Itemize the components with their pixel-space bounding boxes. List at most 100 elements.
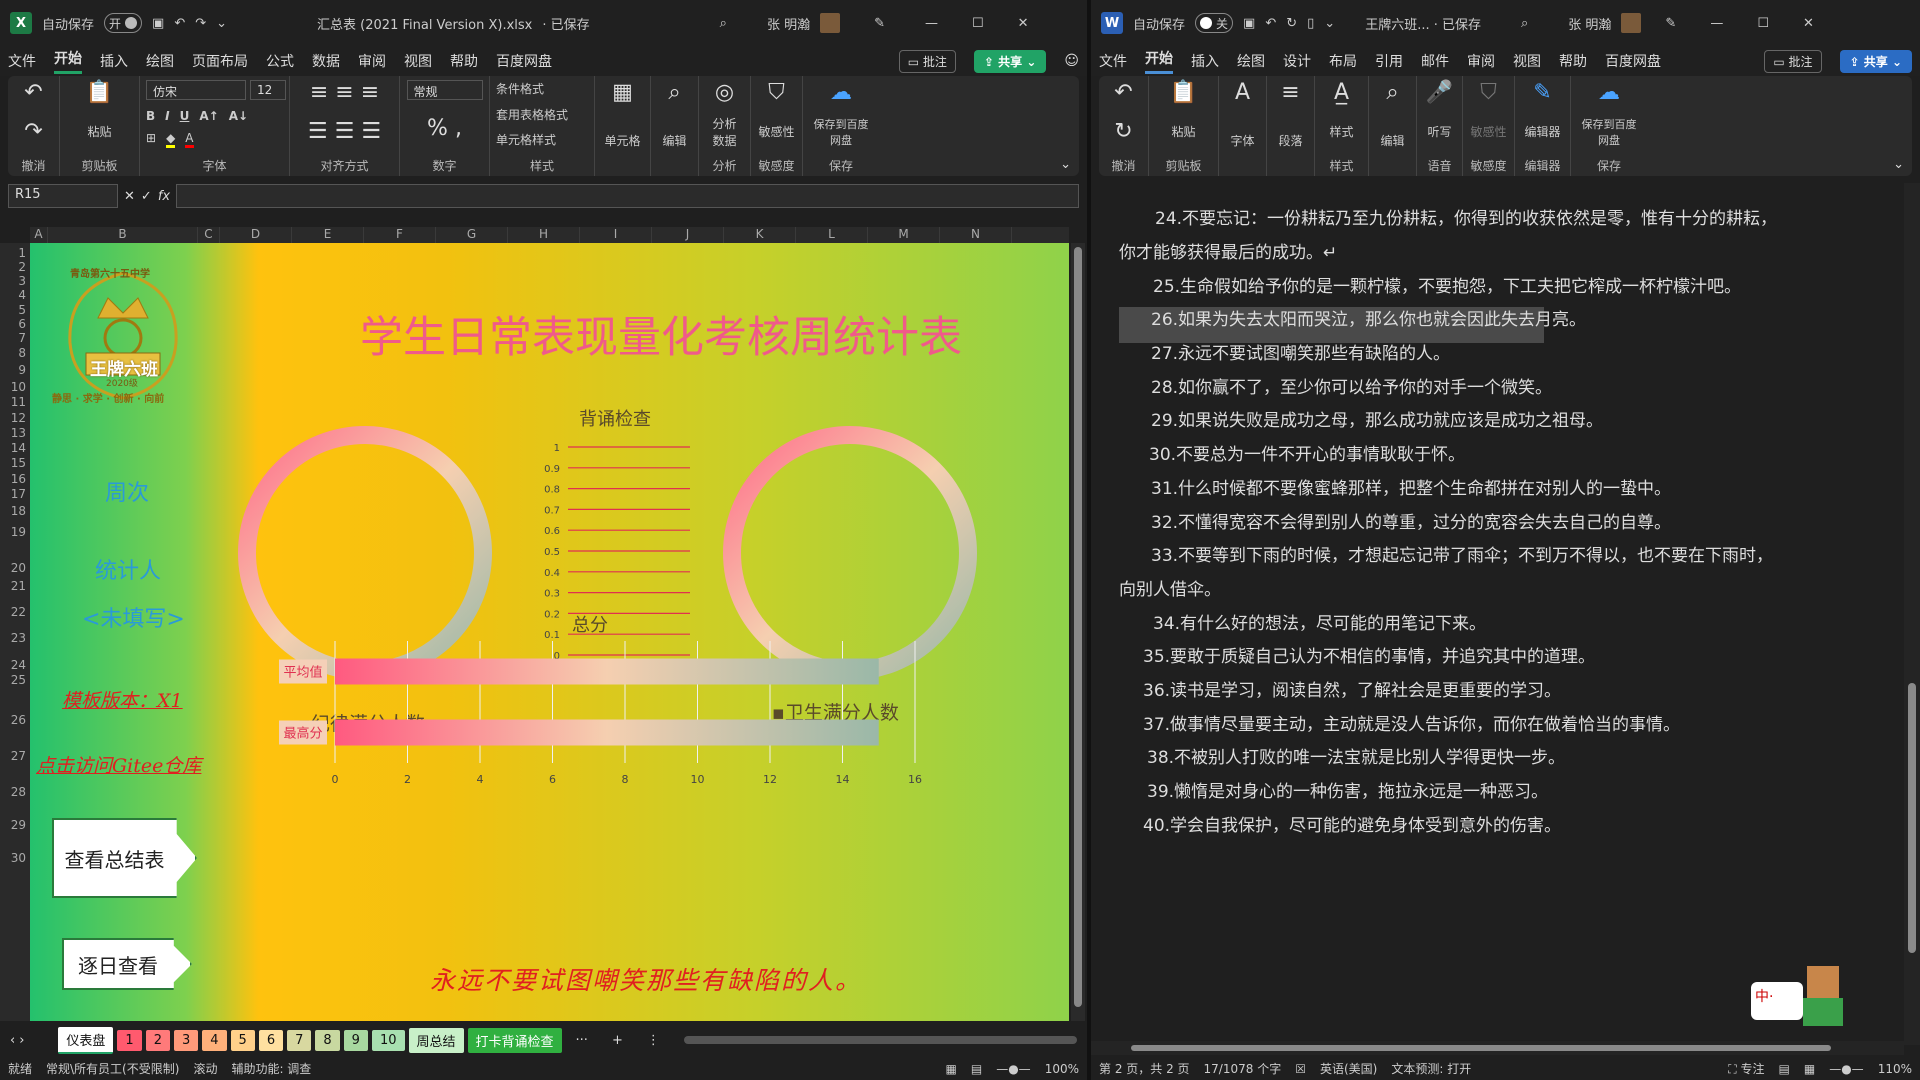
tab-mailings[interactable]: 邮件	[1421, 51, 1449, 71]
tab-home[interactable]: 开始	[54, 48, 82, 74]
undo-icon[interactable]: ↶	[24, 80, 42, 106]
row-header[interactable]: 4	[18, 288, 26, 302]
sensitivity-button[interactable]: 敏感性	[758, 123, 794, 140]
save-baidu-button[interactable]: 保存到百度网盘	[811, 116, 871, 148]
row-header[interactable]: 10	[11, 380, 26, 394]
paragraph[interactable]: 26.如果为失去太阳而哭泣，那么你也就会因此失去月亮。	[1119, 303, 1873, 337]
share-button[interactable]: ⇪ 共享 ⌄	[973, 49, 1047, 73]
shrink-font-icon[interactable]: A↓	[229, 109, 248, 123]
row-header[interactable]: 15	[11, 456, 26, 470]
paragraph[interactable]: 30.不要总为一件不开心的事情耿耿于怀。	[1119, 438, 1873, 472]
paragraph[interactable]: 25.生命假如给予你的是一颗柠檬，不要抱怨，下工夫把它榨成一杯柠檬汁吧。	[1119, 270, 1873, 304]
tab-view[interactable]: 视图	[404, 51, 432, 71]
tab-baidu[interactable]: 百度网盘	[1605, 51, 1661, 71]
style-button[interactable]: 样式	[1329, 123, 1353, 140]
paragraph[interactable]: 你才能够获得最后的成功。↵	[1119, 236, 1873, 270]
status-accessibility[interactable]: 辅助功能: 调查	[231, 1060, 311, 1077]
row-header[interactable]: 11	[11, 395, 26, 409]
tab-baidu[interactable]: 百度网盘	[496, 51, 552, 71]
row-header[interactable]: 1	[18, 246, 26, 260]
redo-icon[interactable]: ↷	[24, 119, 42, 145]
paragraph[interactable]: 35.要敢于质疑自己认为不相信的事情，并追究其中的道理。	[1119, 640, 1873, 674]
paste-button[interactable]: 粘贴	[87, 123, 111, 140]
row-header[interactable]: 22	[11, 605, 26, 619]
sheet-tab[interactable]: 周总结	[408, 1027, 464, 1053]
row-header[interactable]: 5	[18, 303, 26, 317]
column-header[interactable]: L	[796, 227, 868, 243]
microphone-icon[interactable]: 🎤	[1426, 80, 1453, 106]
edit-button[interactable]: 编辑	[1380, 132, 1404, 149]
cell-style-button[interactable]: 单元格样式	[496, 131, 556, 148]
status-page[interactable]: 第 2 页，共 2 页	[1099, 1060, 1190, 1077]
tab-data[interactable]: 数据	[312, 51, 340, 71]
tab-insert[interactable]: 插入	[100, 51, 128, 71]
column-header[interactable]: M	[868, 227, 940, 243]
row-header[interactable]: 20	[11, 561, 26, 575]
column-header[interactable]: N	[940, 227, 1012, 243]
close-icon[interactable]: ✕	[1018, 16, 1029, 31]
paragraph[interactable]: 40.学会自我保护，尽可能的避免身体受到意外的伤害。	[1119, 809, 1873, 843]
row-header[interactable]: 18	[11, 504, 26, 518]
wrap-icon[interactable]: ☰ ☰ ☰	[308, 119, 381, 145]
maximize-icon[interactable]: ☐	[1757, 16, 1769, 31]
name-box[interactable]: R15	[8, 184, 118, 208]
baidu-cloud-icon[interactable]: ☁	[1598, 80, 1620, 106]
row-header[interactable]: 13	[11, 426, 26, 440]
analyze-button[interactable]: 分析数据	[710, 115, 740, 149]
sheet-tab[interactable]: 10	[371, 1029, 405, 1051]
number-format-select[interactable]: 常规	[406, 80, 483, 100]
prev-sheet-icon[interactable]: ‹	[10, 1033, 15, 1048]
print-layout-icon[interactable]: ▦	[1804, 1062, 1815, 1076]
sheet-tab[interactable]: 7	[287, 1029, 312, 1051]
row-header[interactable]: 14	[11, 441, 26, 455]
tab-references[interactable]: 引用	[1375, 51, 1403, 71]
avatar[interactable]	[1621, 13, 1642, 33]
sensitivity-icon[interactable]: ⛉	[1480, 80, 1497, 106]
font-size-select[interactable]: 12	[250, 80, 286, 100]
sheet-tab[interactable]: 2	[145, 1029, 170, 1051]
save-icon[interactable]: ▣	[152, 16, 164, 31]
next-sheet-icon[interactable]: ›	[19, 1033, 24, 1048]
sheet-hscrollbar[interactable]	[683, 1036, 1077, 1044]
focus-mode[interactable]: ⛶ 专注	[1728, 1060, 1764, 1077]
page-layout-icon[interactable]: ▤	[971, 1062, 982, 1076]
status-predict[interactable]: 文本预测: 打开	[1391, 1060, 1471, 1077]
undo-icon[interactable]: ↶	[1265, 16, 1276, 31]
row-header[interactable]: 6	[18, 317, 26, 331]
gitee-link[interactable]: 点击访问Gitee仓库	[36, 751, 201, 778]
column-header[interactable]: E	[292, 227, 364, 243]
pen-icon[interactable]: ✎	[874, 16, 885, 31]
column-header[interactable]: D	[220, 227, 292, 243]
tab-view[interactable]: 视图	[1513, 51, 1541, 71]
feedback-icon[interactable]: ☺	[1064, 53, 1079, 69]
minimize-icon[interactable]: —	[1710, 16, 1723, 31]
view-summary-button[interactable]: 查看总结表	[52, 818, 197, 898]
column-header[interactable]: B	[48, 227, 198, 243]
sensitivity-button[interactable]: 敏感性	[1470, 123, 1506, 140]
tab-help[interactable]: 帮助	[1559, 51, 1587, 71]
style-icon[interactable]: A̲	[1334, 80, 1349, 106]
save-icon[interactable]: ▣	[1243, 16, 1255, 31]
paragraph[interactable]: 39.懒惰是对身心的一种伤害，拖拉永远是一种恶习。	[1119, 775, 1873, 809]
ime-indicator[interactable]: 中·	[1751, 982, 1803, 1020]
tab-draw[interactable]: 绘图	[146, 51, 174, 71]
minimize-icon[interactable]: —	[925, 16, 938, 31]
dictate-button[interactable]: 听写	[1427, 123, 1451, 140]
normal-view-icon[interactable]: ▦	[946, 1062, 957, 1076]
read-mode-icon[interactable]: ▤	[1779, 1062, 1790, 1076]
row-header[interactable]: 16	[11, 472, 26, 486]
tab-formulas[interactable]: 公式	[266, 51, 294, 71]
layout-icon[interactable]: ▯	[1307, 16, 1314, 31]
enter-icon[interactable]: ✓	[141, 189, 152, 204]
redo-icon[interactable]: ↷	[195, 16, 206, 31]
tab-insert[interactable]: 插入	[1191, 51, 1219, 71]
column-header[interactable]: H	[508, 227, 580, 243]
paragraph[interactable]: 34.有什么好的想法，尽可能的用笔记下来。	[1119, 607, 1873, 641]
row-header[interactable]: 28	[11, 785, 26, 799]
save-baidu-button[interactable]: 保存到百度网盘	[1579, 116, 1639, 148]
row-header[interactable]: 9	[18, 363, 26, 377]
cancel-icon[interactable]: ✕	[124, 189, 135, 204]
comment-button[interactable]: ▭ 批注	[898, 49, 956, 73]
user-name[interactable]: 张 明瀚	[1568, 14, 1611, 33]
row-header[interactable]: 24	[11, 658, 26, 672]
